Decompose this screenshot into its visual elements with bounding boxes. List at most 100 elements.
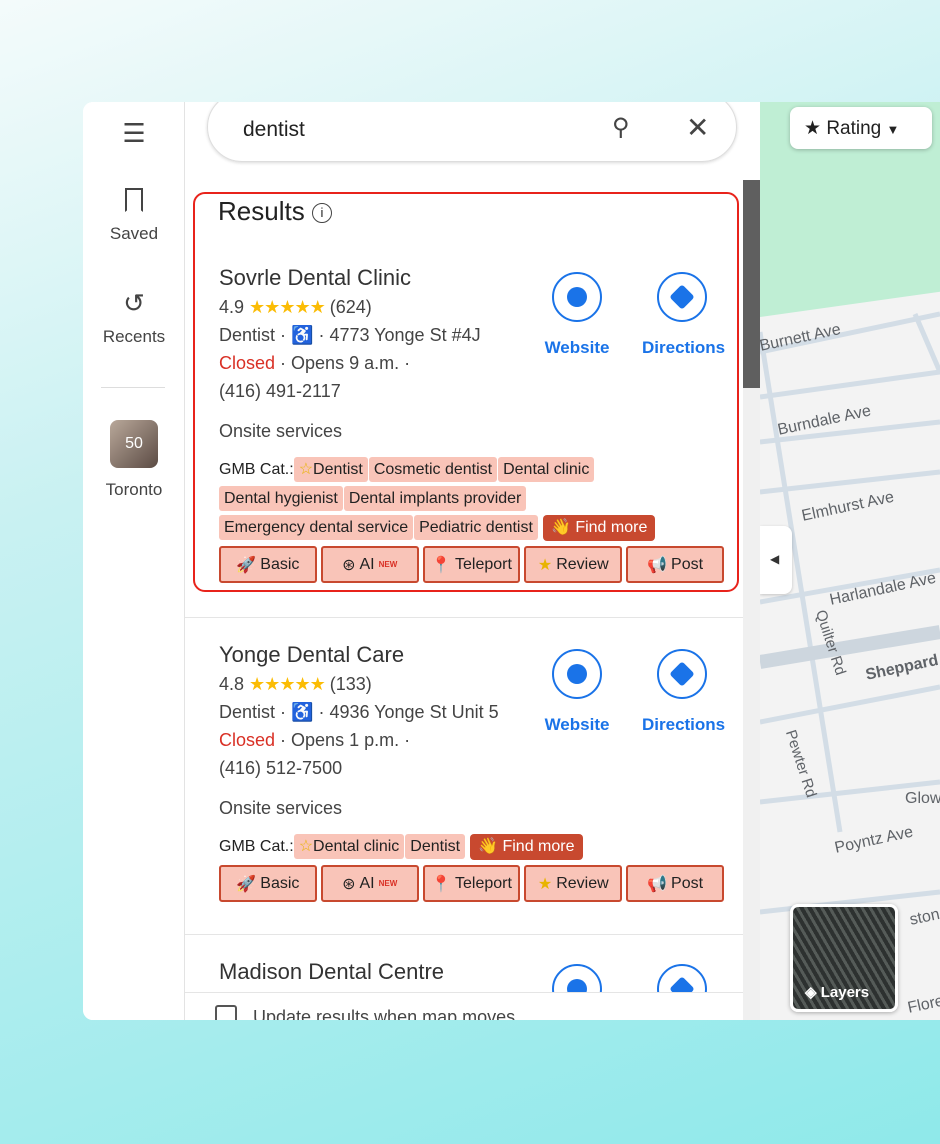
open-status: Closed: [219, 730, 276, 750]
globe-icon: [567, 287, 587, 307]
rating: 4.8: [219, 674, 245, 694]
services: Onsite services: [219, 798, 343, 818]
divider: [101, 387, 165, 388]
results-heading: Results i: [218, 196, 332, 227]
wave-hand-icon: 👋: [478, 838, 499, 855]
category-tag: Dental hygienist: [219, 486, 343, 511]
category-tag: ☆Dental clinic: [293, 834, 405, 859]
dropdown-caret-icon: ▼: [886, 122, 900, 137]
divider: [185, 617, 743, 618]
layers-button[interactable]: ◈ Layers: [790, 904, 898, 1012]
search-icon[interactable]: ⚲: [612, 113, 630, 142]
category-tag: ☆Dentist: [293, 457, 368, 482]
post-button[interactable]: 📢 Post: [626, 546, 724, 583]
directions-icon: [669, 284, 695, 310]
place-thumbnail: 50: [110, 420, 158, 468]
rocket-icon: 🚀: [236, 556, 257, 574]
star-icon: ★: [537, 875, 553, 893]
wave-hand-icon: 👋: [550, 519, 571, 536]
update-label: Update results when map moves: [253, 1007, 516, 1020]
wheelchair-icon: ♿: [291, 702, 314, 722]
pin-icon: 📍: [431, 556, 451, 574]
globe-icon: [567, 664, 587, 684]
results-panel: dentist ⚲ ✕ Results i Sovrle Dental Clin…: [185, 102, 760, 1020]
review-count: (624): [329, 297, 372, 317]
ai-button[interactable]: ⊛ AI NEW: [320, 546, 419, 583]
category-tag: Dental implants provider: [343, 486, 527, 511]
brain-icon: ⊛: [342, 556, 356, 574]
search-box[interactable]: dentist ⚲ ✕: [207, 102, 737, 162]
gmb-categories: GMB Cat.: ☆Dental clinic Dentist 👋 Find mor…: [219, 832, 724, 861]
hours: Opens 9 a.m.: [291, 353, 400, 373]
new-badge: NEW: [378, 879, 398, 888]
recents-button[interactable]: ↺ Recents: [83, 288, 185, 347]
menu-button[interactable]: ☰: [83, 118, 185, 149]
rating: 4.9: [219, 297, 245, 317]
ai-button[interactable]: ⊛ AI NEW: [320, 865, 419, 902]
maps-window: ☰ Saved ↺ Recents 50 Toronto dentist ⚲ ✕…: [83, 102, 940, 1020]
gmb-label: GMB Cat.:: [219, 838, 294, 855]
scrollbar-thumb[interactable]: [743, 180, 760, 388]
basic-button[interactable]: 🚀 Basic: [219, 865, 317, 902]
post-button[interactable]: 📢 Post: [626, 865, 724, 902]
place-type: Dentist: [219, 325, 276, 345]
basic-button[interactable]: 🚀 Basic: [219, 546, 317, 583]
layers-icon: ◈: [805, 984, 817, 1001]
update-results-bar: Update results when map moves: [185, 992, 743, 1020]
address: 4773 Yonge St #4J: [329, 325, 481, 345]
rating-filter-chip[interactable]: ★ Rating ▼: [790, 107, 932, 149]
close-icon[interactable]: ✕: [686, 111, 709, 144]
directions-icon: [669, 661, 695, 687]
directions-button[interactable]: Directions: [642, 272, 725, 358]
street-label: Glow: [905, 790, 940, 807]
category-tag: Dentist: [405, 834, 466, 859]
update-checkbox[interactable]: [215, 1005, 237, 1020]
megaphone-icon: 📢: [647, 556, 668, 574]
phone: (416) 512-7500: [219, 758, 343, 778]
review-button[interactable]: ★ Review: [524, 546, 623, 583]
services: Onsite services: [219, 421, 343, 441]
star-icon: ☆: [298, 461, 314, 478]
phone: (416) 491-2117: [219, 381, 341, 401]
tool-buttons: 🚀 Basic ⊛ AI NEW 📍 Teleport ★ Review 📢 Post: [219, 546, 724, 583]
open-status: Closed: [219, 353, 276, 373]
bookmark-icon: [125, 188, 143, 212]
category-tag: Pediatric dentist: [414, 515, 538, 540]
find-more-button[interactable]: 👋 Find more: [542, 515, 656, 541]
star-rating: ★★★★★: [249, 297, 326, 317]
category-tag: Dental clinic: [498, 457, 595, 482]
megaphone-icon: 📢: [647, 875, 668, 893]
gmb-categories: GMB Cat.: ☆Dentist Cosmetic dentist Dental …: [219, 455, 724, 542]
recent-place-toronto[interactable]: 50 Toronto: [83, 420, 185, 500]
scrollbar[interactable]: [743, 180, 760, 1020]
star-icon: ☆: [298, 838, 314, 855]
gmb-label: GMB Cat.:: [219, 461, 294, 478]
map[interactable]: Burnett Ave Burndale Ave Elmhurst Ave Ha…: [760, 102, 940, 1020]
category-tag: Emergency dental service: [219, 515, 414, 540]
star-icon: ★: [804, 118, 822, 139]
info-icon[interactable]: i: [311, 203, 332, 223]
star-icon: ★: [537, 556, 553, 574]
website-button[interactable]: Website: [537, 649, 617, 735]
teleport-button[interactable]: 📍 Teleport: [422, 546, 521, 583]
divider: [185, 934, 743, 935]
review-button[interactable]: ★ Review: [524, 865, 623, 902]
recents-label: Recents: [102, 327, 166, 346]
collapse-panel-button[interactable]: ◀: [760, 526, 792, 594]
saved-button[interactable]: Saved: [83, 188, 185, 244]
teleport-button[interactable]: 📍 Teleport: [422, 865, 521, 902]
hours: Opens 1 p.m.: [291, 730, 400, 750]
search-input[interactable]: dentist: [243, 118, 305, 142]
category-tag: Cosmetic dentist: [368, 457, 498, 482]
find-more-button[interactable]: 👋 Find more: [470, 834, 583, 860]
history-icon: ↺: [123, 288, 145, 318]
side-rail: ☰ Saved ↺ Recents 50 Toronto: [83, 102, 185, 1020]
website-button[interactable]: Website: [537, 272, 617, 358]
rocket-icon: 🚀: [236, 875, 257, 893]
directions-button[interactable]: Directions: [642, 649, 725, 735]
hamburger-icon: ☰: [122, 118, 146, 148]
address: 4936 Yonge St Unit 5: [329, 702, 499, 722]
review-count: (133): [329, 674, 372, 694]
tool-buttons: 🚀 Basic ⊛ AI NEW 📍 Teleport ★ Review 📢 Post: [219, 865, 724, 902]
place-label: Toronto: [105, 480, 163, 499]
